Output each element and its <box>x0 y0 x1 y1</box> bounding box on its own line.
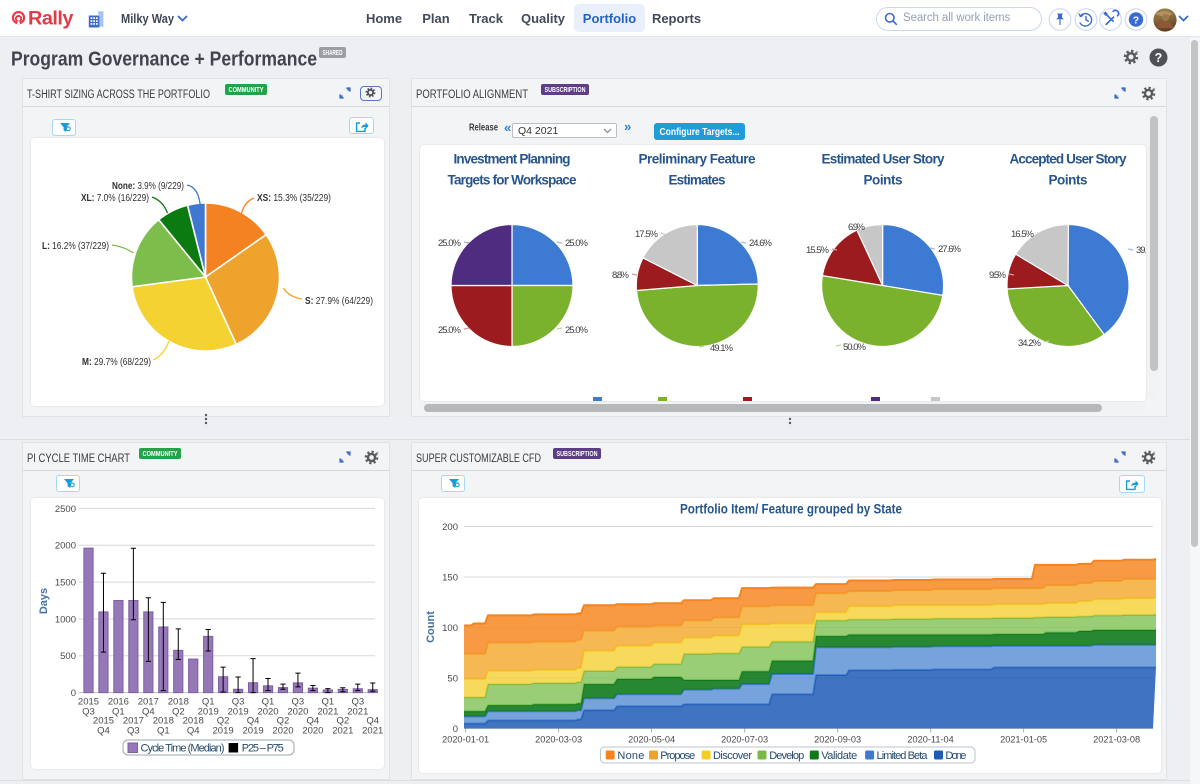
svg-text:Propose: Propose <box>660 750 695 762</box>
svg-text:150: 150 <box>442 573 458 584</box>
svg-text:XL: 7.0% (16/229): XL: 7.0% (16/229) <box>81 193 149 204</box>
svg-text:27.6%: 27.6% <box>938 244 962 255</box>
svg-text:25.0%: 25.0% <box>438 238 462 249</box>
svg-text:2000: 2000 <box>55 541 76 552</box>
svg-text:9.5%: 9.5% <box>989 270 1007 281</box>
svg-text:8.8%: 8.8% <box>612 270 630 281</box>
svg-text:Estimated User Story: Estimated User Story <box>822 152 945 167</box>
svg-text:Discover: Discover <box>713 750 752 762</box>
svg-text:?: ? <box>1133 14 1139 26</box>
svg-text:PORTFOLIO ALIGNMENT: PORTFOLIO ALIGNMENT <box>416 89 528 101</box>
svg-text:50.0%: 50.0% <box>843 342 867 353</box>
svg-text:Q4: Q4 <box>97 726 110 737</box>
svg-text:0: 0 <box>453 724 458 735</box>
svg-text:Milky Way: Milky Way <box>121 11 175 26</box>
svg-text:50: 50 <box>447 674 458 685</box>
svg-text:24.6%: 24.6% <box>749 238 773 249</box>
svg-text:Develop: Develop <box>769 750 804 762</box>
svg-text:Configure Targets...: Configure Targets... <box>660 126 740 138</box>
svg-text:Portfolio Item/ Feature groupe: Portfolio Item/ Feature grouped by State <box>680 502 902 517</box>
svg-text:Days: Days <box>38 588 50 614</box>
svg-text:Validate: Validate <box>821 750 857 762</box>
svg-text:M: 29.7% (68/229): M: 29.7% (68/229) <box>82 357 151 368</box>
svg-text:1000: 1000 <box>55 614 76 625</box>
svg-text:SUBSCRIPTION: SUBSCRIPTION <box>557 451 598 458</box>
svg-text:Investment Planning: Investment Planning <box>454 152 571 167</box>
svg-text:25.0%: 25.0% <box>565 238 589 249</box>
svg-text:2020-01-01: 2020-01-01 <box>442 735 489 745</box>
svg-text:Program Governance + Performan: Program Governance + Performance <box>11 48 317 71</box>
svg-text:None: None <box>617 750 644 762</box>
svg-text:16.5%: 16.5% <box>1011 229 1035 240</box>
svg-text:2021: 2021 <box>347 707 368 718</box>
svg-text:Limited Beta: Limited Beta <box>877 750 929 762</box>
svg-text:1500: 1500 <box>55 578 76 589</box>
svg-text:Q3: Q3 <box>127 726 140 737</box>
svg-text:Done: Done <box>945 750 966 762</box>
svg-text:Targets for Workspace: Targets for Workspace <box>448 173 577 188</box>
svg-text:2021: 2021 <box>332 726 353 737</box>
svg-text:Q4: Q4 <box>187 726 200 737</box>
svg-text:Preliminary Feature: Preliminary Feature <box>639 152 756 167</box>
svg-text:Count: Count <box>425 611 437 643</box>
svg-text:2021: 2021 <box>362 726 383 737</box>
svg-text:2019: 2019 <box>228 707 249 718</box>
svg-text:25.0%: 25.0% <box>438 325 462 336</box>
svg-text:17.5%: 17.5% <box>635 229 659 240</box>
svg-text:2019: 2019 <box>243 726 264 737</box>
svg-text:2500: 2500 <box>55 504 76 515</box>
svg-text:0: 0 <box>71 688 76 699</box>
svg-text:2020-03-03: 2020-03-03 <box>535 735 582 745</box>
svg-text:2019: 2019 <box>198 707 219 718</box>
svg-text:Points: Points <box>864 173 903 188</box>
svg-text:100: 100 <box>442 623 458 634</box>
svg-text:XS: 15.3% (35/229): XS: 15.3% (35/229) <box>257 193 331 204</box>
svg-text:2021: 2021 <box>317 707 338 718</box>
svg-text:2019: 2019 <box>213 726 234 737</box>
svg-text:None: 3.9% (9/229): None: 3.9% (9/229) <box>112 181 184 192</box>
svg-text:Rally: Rally <box>28 10 74 29</box>
svg-text:SHARED: SHARED <box>323 50 343 57</box>
svg-text:T-SHIRT SIZING ACROSS THE PORT: T-SHIRT SIZING ACROSS THE PORTFOLIO <box>27 89 210 101</box>
svg-text:2020: 2020 <box>272 726 293 737</box>
svg-text:2020-11-04: 2020-11-04 <box>907 735 953 745</box>
svg-text:Release: Release <box>469 122 498 134</box>
svg-text:?: ? <box>1155 51 1163 65</box>
svg-text:SUBSCRIPTION: SUBSCRIPTION <box>545 87 586 94</box>
svg-text:500: 500 <box>60 651 76 662</box>
svg-text:Accepted User Story: Accepted User Story <box>1010 152 1127 167</box>
svg-text:6.9%: 6.9% <box>848 222 866 233</box>
svg-text:P25 – P75: P25 – P75 <box>242 743 284 755</box>
svg-text:25.0%: 25.0% <box>565 325 589 336</box>
svg-text:L: 16.2% (37/229): L: 16.2% (37/229) <box>42 241 109 252</box>
svg-text:39.9%: 39.9% <box>1136 245 1146 256</box>
svg-text:COMMUNITY: COMMUNITY <box>229 87 264 94</box>
svg-text:2020: 2020 <box>287 707 308 718</box>
svg-text:2020-09-03: 2020-09-03 <box>814 735 861 745</box>
svg-text:2021-01-05: 2021-01-05 <box>1000 735 1047 745</box>
svg-text:15.5%: 15.5% <box>806 245 830 256</box>
svg-text:2020: 2020 <box>302 726 323 737</box>
svg-text:49.1%: 49.1% <box>710 343 734 354</box>
svg-text:Points: Points <box>1049 173 1088 188</box>
svg-text:Cycle Time (Median): Cycle Time (Median) <box>141 743 225 755</box>
svg-text:SUPER CUSTOMIZABLE CFD: SUPER CUSTOMIZABLE CFD <box>416 453 541 465</box>
svg-text:Q1: Q1 <box>157 726 170 737</box>
svg-text:PI CYCLE TIME CHART: PI CYCLE TIME CHART <box>27 453 130 465</box>
svg-text:200: 200 <box>442 522 458 533</box>
svg-text:2020-05-04: 2020-05-04 <box>628 735 675 745</box>
svg-text:2021-03-08: 2021-03-08 <box>1093 735 1140 745</box>
svg-text:S: 27.9% (64/229): S: 27.9% (64/229) <box>305 296 373 307</box>
svg-text:34.2%: 34.2% <box>1018 338 1042 349</box>
svg-text:2020-07-03: 2020-07-03 <box>721 735 768 745</box>
svg-text:2020: 2020 <box>257 707 278 718</box>
svg-text:Estimates: Estimates <box>669 173 726 188</box>
svg-text:COMMUNITY: COMMUNITY <box>143 451 178 458</box>
